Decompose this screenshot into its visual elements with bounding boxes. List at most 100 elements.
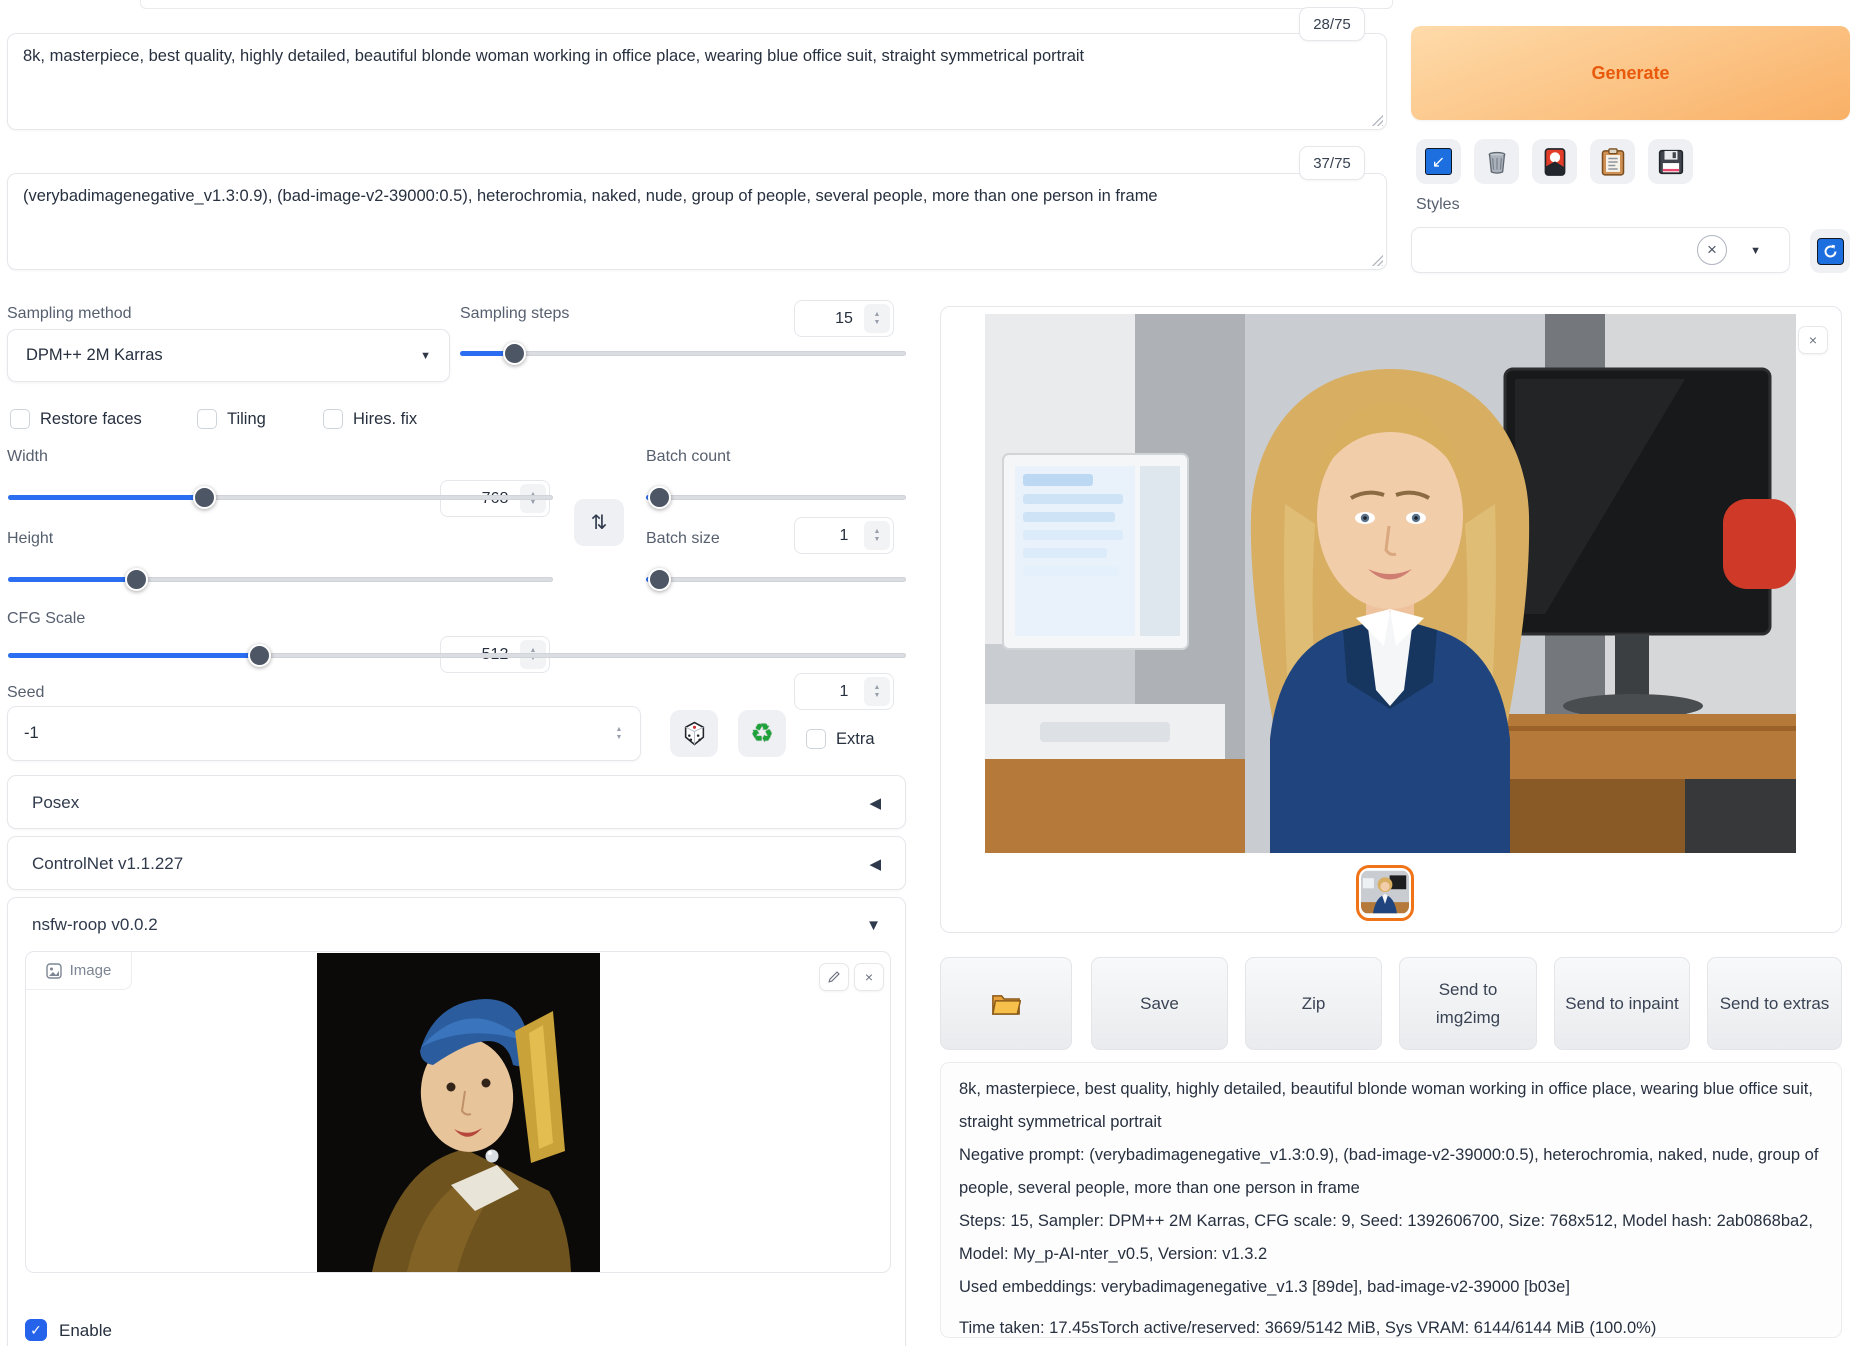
stepper-down-icon[interactable]: ▼ — [874, 319, 881, 326]
roop-enable-checkbox[interactable]: ✓ — [25, 1319, 47, 1341]
cfg-slider[interactable] — [8, 643, 906, 667]
image-tab-label: Image — [70, 962, 112, 979]
clear-prompt-button[interactable] — [1474, 139, 1519, 184]
hires-fix-checkbox[interactable] — [323, 409, 343, 429]
sampling-steps-input[interactable]: ▲ ▼ — [794, 300, 894, 337]
roop-accordion[interactable]: nsfw-roop v0.0.2 ▼ Image × — [7, 897, 906, 1346]
reference-image[interactable] — [317, 953, 600, 1272]
paste-arrow-icon: ↙ — [1425, 148, 1452, 175]
height-slider[interactable] — [8, 567, 553, 591]
info-time-text: Time taken: 17.45sTorch active/reserved:… — [959, 1312, 1823, 1345]
generate-button[interactable]: Generate — [1411, 26, 1850, 120]
width-slider[interactable] — [8, 485, 553, 509]
close-icon: × — [865, 969, 873, 985]
send-to-inpaint-button[interactable]: Send to inpaint — [1554, 957, 1690, 1050]
stepper-up-icon[interactable]: ▲ — [874, 528, 881, 535]
paste-params-button[interactable]: ↙ — [1416, 139, 1461, 184]
height-label: Height — [7, 530, 53, 548]
hires-fix-label: Hires. fix — [353, 410, 417, 429]
batch-count-stepper[interactable]: ▲ ▼ — [864, 521, 890, 550]
posex-accordion[interactable]: Posex ◀ — [7, 775, 906, 829]
controlnet-accordion[interactable]: ControlNet v1.1.227 ◀ — [7, 836, 906, 890]
sampling-steps-stepper[interactable]: ▲ ▼ — [864, 304, 890, 333]
generated-image[interactable] — [985, 314, 1796, 853]
sampling-steps-slider[interactable] — [460, 341, 906, 365]
negative-prompt-input[interactable]: (verybadimagenegative_v1.3:0.9), (bad-im… — [8, 174, 1386, 269]
styles-caret-icon: ▼ — [1750, 245, 1761, 257]
collapsed-caret-icon: ◀ — [869, 794, 881, 812]
prompt-box: 8k, masterpiece, best quality, highly de… — [7, 33, 1387, 130]
gallery-thumbnail[interactable] — [1356, 865, 1414, 921]
styles-refresh-button[interactable] — [1810, 229, 1850, 273]
save-style-button[interactable] — [1648, 139, 1693, 184]
reuse-seed-button[interactable]: ♻ — [738, 710, 786, 757]
swap-dimensions-button[interactable]: ⇅ — [574, 499, 624, 546]
send-to-img2img-button[interactable]: Send to img2img — [1399, 957, 1537, 1050]
extra-seed-checkbox[interactable] — [806, 729, 826, 749]
info-embeddings-text: Used embeddings: verybadimagenegative_v1… — [959, 1271, 1823, 1304]
output-gallery: × — [940, 306, 1842, 933]
clipped-element-edge — [140, 0, 1393, 9]
batch-count-slider[interactable] — [646, 485, 906, 509]
seed-value[interactable] — [24, 707, 564, 760]
controlnet-title: ControlNet v1.1.227 — [32, 854, 183, 874]
dice-icon — [682, 721, 707, 746]
tiling-checkbox[interactable] — [197, 409, 217, 429]
stepper-up-icon[interactable]: ▲ — [874, 311, 881, 318]
prompt-input[interactable]: 8k, masterpiece, best quality, highly de… — [8, 34, 1386, 129]
close-gallery-button[interactable]: × — [1798, 326, 1828, 354]
seed-stepper[interactable]: ▲ ▼ — [606, 719, 632, 748]
restore-faces-label: Restore faces — [40, 410, 142, 429]
slider-knob[interactable] — [648, 568, 671, 591]
roop-title: nsfw-roop v0.0.2 — [32, 915, 158, 935]
stepper-down-icon[interactable]: ▼ — [874, 536, 881, 543]
slider-knob[interactable] — [125, 568, 148, 591]
batch-size-stepper[interactable]: ▲ ▼ — [864, 677, 890, 706]
recycle-icon: ♻ — [750, 718, 773, 749]
styles-clear-icon[interactable]: × — [1697, 235, 1727, 265]
extra-networks-button[interactable] — [1532, 139, 1577, 184]
stepper-down-icon[interactable]: ▼ — [874, 692, 881, 699]
batch-count-label: Batch count — [646, 448, 731, 466]
seed-input-box[interactable]: ▲ ▼ — [7, 706, 641, 761]
roop-image-dropzone[interactable]: Image × — [25, 951, 891, 1273]
restore-faces-checkbox[interactable] — [10, 409, 30, 429]
seed-label: Seed — [7, 684, 44, 702]
send-to-extras-button[interactable]: Send to extras — [1707, 957, 1842, 1050]
flower-card-icon — [1544, 148, 1566, 176]
styles-label: Styles — [1416, 196, 1460, 214]
slider-knob[interactable] — [248, 644, 271, 667]
apply-style-button[interactable] — [1590, 139, 1635, 184]
slider-knob[interactable] — [193, 486, 216, 509]
random-seed-button[interactable] — [670, 710, 718, 757]
info-negative-text: Negative prompt: (verybadimagenegative_v… — [959, 1139, 1823, 1205]
negative-prompt-box: (verybadimagenegative_v1.3:0.9), (bad-im… — [7, 173, 1387, 270]
image-icon — [46, 963, 62, 979]
sampling-method-dropdown[interactable]: DPM++ 2M Karras ▼ — [7, 329, 450, 382]
thumbnail-image — [1361, 870, 1409, 914]
pencil-icon — [827, 970, 841, 984]
batch-count-input[interactable]: ▲ ▼ — [794, 517, 894, 554]
batch-size-slider[interactable] — [646, 567, 906, 591]
sampling-method-label: Sampling method — [7, 305, 132, 323]
floppy-icon — [1658, 149, 1684, 175]
roop-enable-label: Enable — [59, 1321, 112, 1341]
clear-image-button[interactable]: × — [854, 963, 884, 991]
open-folder-button[interactable] — [940, 957, 1072, 1050]
batch-size-input[interactable]: ▲ ▼ — [794, 673, 894, 710]
posex-title: Posex — [32, 793, 79, 813]
stepper-up-icon[interactable]: ▲ — [874, 684, 881, 691]
stepper-up-icon[interactable]: ▲ — [616, 726, 623, 733]
generation-info-panel: 8k, masterpiece, best quality, highly de… — [940, 1062, 1842, 1338]
styles-dropdown[interactable]: × ▼ — [1411, 227, 1790, 273]
collapsed-caret-icon: ◀ — [869, 855, 881, 873]
edit-image-button[interactable] — [819, 963, 849, 991]
image-tab: Image — [26, 952, 132, 990]
slider-knob[interactable] — [503, 342, 526, 365]
stepper-down-icon[interactable]: ▼ — [616, 734, 623, 741]
sampling-caret-icon: ▼ — [420, 350, 431, 362]
negative-token-counter: 37/75 — [1299, 146, 1365, 180]
zip-button[interactable]: Zip — [1245, 957, 1382, 1050]
slider-knob[interactable] — [648, 486, 671, 509]
save-button[interactable]: Save — [1091, 957, 1228, 1050]
